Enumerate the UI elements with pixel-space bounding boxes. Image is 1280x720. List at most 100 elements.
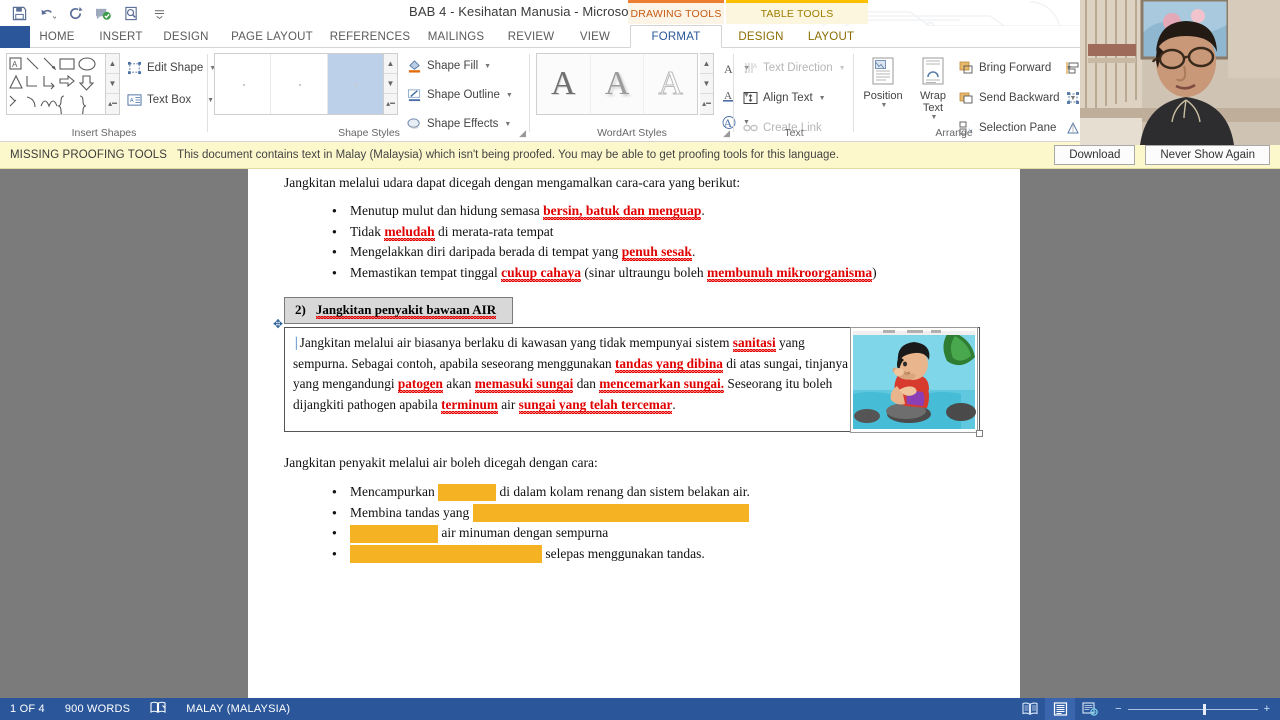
- wb-line1a: Jangkitan melalui air biasanya berlaku d…: [299, 335, 733, 350]
- bullet-text: Menutup mulut dan hidung semasa: [350, 203, 544, 218]
- send-backward-button[interactable]: Send Backward ▼: [958, 86, 1076, 110]
- download-proofing-tools-button[interactable]: Download: [1054, 145, 1136, 165]
- shape-styles-dialog-launcher[interactable]: ◢: [519, 128, 526, 139]
- context-tab-table-tools: TABLE TOOLS: [726, 0, 868, 24]
- answer-blank-highlight: [350, 545, 542, 564]
- text-box-button[interactable]: A Text Box ▼: [126, 88, 216, 112]
- shape-outline-label: Shape Outline: [427, 89, 500, 101]
- shape-fill-icon: [406, 58, 423, 75]
- align-text-chevron-down-icon[interactable]: ▼: [819, 95, 826, 102]
- ribbon-group-wordart-styles: A A A ▲ ▼ ▴━ A ▼ A ▼ A ▼ WordArt Styles …: [530, 48, 750, 141]
- heading-air-wrapper[interactable]: 2) Jangkitan penyakit bawaan AIR: [284, 297, 514, 324]
- position-label: Position: [863, 90, 903, 102]
- wordart-scroll-up-icon[interactable]: ▲: [700, 54, 713, 74]
- page-indicator[interactable]: 1 OF 4: [0, 703, 55, 715]
- text-box-icon: A: [126, 92, 143, 109]
- shapes-gallery[interactable]: A: [6, 53, 106, 115]
- document-page-1[interactable]: Jangkitan melalui udara dapat dicegah de…: [248, 169, 1020, 698]
- shapes-more-icon[interactable]: ▴━: [106, 94, 119, 114]
- tab-design[interactable]: DESIGN: [158, 26, 214, 48]
- bullet-text-post: .: [701, 203, 705, 218]
- wordart-sample-1: A: [551, 65, 576, 102]
- shape-styles-scroll-down-icon[interactable]: ▼: [384, 74, 397, 94]
- answer-blank-highlight: [438, 484, 497, 502]
- heading-air-box[interactable]: 2) Jangkitan penyakit bawaan AIR: [284, 297, 514, 324]
- zoom-in-button[interactable]: +: [1264, 703, 1270, 715]
- water-infection-textbox[interactable]: ∣Jangkitan melalui air biasanya berlaku …: [284, 327, 980, 433]
- position-chevron-down-icon[interactable]: ▼: [862, 102, 906, 109]
- shape-styles-scroll-up-icon[interactable]: ▲: [384, 54, 397, 74]
- shape-outline-icon: [406, 87, 423, 104]
- shape-outline-chevron-down-icon[interactable]: ▼: [506, 92, 513, 99]
- wb-line1red: sanitasi: [732, 335, 776, 350]
- bullet-highlight-text-2: membunuh mikroorganisma: [706, 264, 873, 280]
- shapes-gallery-scroll[interactable]: ▲ ▼ ▴━: [106, 53, 120, 115]
- tab-table-design[interactable]: DESIGN: [730, 26, 792, 48]
- river-water-drinking-clipart[interactable]: [850, 327, 978, 433]
- tab-view[interactable]: VIEW: [572, 26, 618, 48]
- position-icon: [860, 54, 906, 90]
- document-canvas[interactable]: Jangkitan melalui udara dapat dicegah de…: [0, 169, 1280, 698]
- tab-insert[interactable]: INSERT: [94, 26, 148, 48]
- shape-outline-button[interactable]: Shape Outline ▼: [406, 83, 513, 107]
- zoom-slider[interactable]: − +: [1105, 703, 1280, 715]
- zoom-slider-knob[interactable]: [1202, 703, 1206, 715]
- shape-styles-scroll[interactable]: ▲ ▼ ▴━: [384, 53, 398, 115]
- ribbon-group-shape-styles: ▲ ▼ ▴━ Shape Fill ▼ Shape Outline ▼ Shap…: [208, 48, 530, 141]
- read-mode-icon[interactable]: [1015, 698, 1045, 720]
- align-text-icon: [742, 90, 759, 107]
- tab-table-layout[interactable]: LAYOUT: [798, 26, 864, 48]
- bring-forward-icon: [958, 60, 975, 77]
- tab-page-layout[interactable]: PAGE LAYOUT: [224, 26, 320, 48]
- wrap-text-chevron-down-icon[interactable]: ▼: [912, 114, 956, 121]
- tab-mailings[interactable]: MAILINGS: [420, 26, 492, 48]
- shapes-scroll-up-icon[interactable]: ▲: [106, 54, 119, 74]
- position-button[interactable]: Position ▼: [860, 54, 906, 109]
- wb-line3red2: memasuki sungai: [474, 376, 574, 392]
- bullet-text-post: air minuman dengan sempurna: [438, 525, 609, 541]
- wordart-style-1[interactable]: A: [537, 54, 591, 114]
- webcam-overlay: [1080, 0, 1280, 145]
- resize-handle[interactable]: [976, 430, 983, 437]
- wordart-gallery-scroll[interactable]: ▲ ▼ ▴━: [700, 53, 714, 115]
- context-tab-drawing-tools: DRAWING TOOLS: [628, 0, 724, 24]
- bullet-text: Mengelakkan diri daripada berada di temp…: [350, 244, 622, 260]
- never-show-again-button[interactable]: Never Show Again: [1145, 145, 1270, 165]
- shape-style-1[interactable]: [215, 54, 272, 114]
- wordart-gallery[interactable]: A A A: [536, 53, 698, 115]
- shape-fill-button[interactable]: Shape Fill ▼: [406, 54, 513, 78]
- shape-styles-more-icon[interactable]: ▴━: [384, 94, 397, 114]
- text-direction-label: Text Direction: [763, 62, 833, 74]
- word-count[interactable]: 900 WORDS: [55, 703, 140, 715]
- arrange-group-label: Arrange: [935, 127, 973, 139]
- language-indicator[interactable]: MALAY (MALAYSIA): [176, 703, 300, 715]
- move-handle-icon[interactable]: ✥: [273, 317, 283, 331]
- print-layout-icon[interactable]: [1045, 698, 1076, 720]
- wrap-text-label: Wrap Text: [919, 90, 947, 114]
- zoom-out-button[interactable]: −: [1115, 703, 1121, 715]
- shape-style-3-selected[interactable]: [327, 54, 383, 114]
- tab-format[interactable]: FORMAT: [630, 25, 722, 48]
- shape-style-2[interactable]: [271, 54, 328, 114]
- wb-line3red1: patogen: [397, 376, 443, 392]
- wordart-style-3[interactable]: A: [644, 54, 698, 114]
- wordart-style-2[interactable]: A: [590, 54, 645, 114]
- tab-review[interactable]: REVIEW: [502, 26, 560, 48]
- edit-shape-button[interactable]: Edit Shape ▼: [126, 56, 216, 80]
- bring-forward-button[interactable]: Bring Forward ▼: [958, 56, 1076, 80]
- web-layout-icon[interactable]: [1075, 698, 1105, 720]
- shape-styles-gallery[interactable]: [214, 53, 384, 115]
- tab-file[interactable]: [0, 26, 30, 48]
- shape-fill-chevron-down-icon[interactable]: ▼: [484, 63, 491, 70]
- align-text-button[interactable]: Align Text ▼: [742, 86, 846, 110]
- proofing-errors-icon[interactable]: [140, 701, 176, 717]
- wordart-more-icon[interactable]: ▴━: [700, 94, 713, 114]
- zoom-slider-track[interactable]: [1127, 703, 1258, 715]
- tab-references[interactable]: REFERENCES: [328, 26, 412, 48]
- shapes-scroll-down-icon[interactable]: ▼: [106, 74, 119, 94]
- proofing-notification-bar: MISSING PROOFING TOOLS This document con…: [0, 142, 1280, 169]
- wordart-dialog-launcher[interactable]: ◢: [723, 128, 730, 139]
- wrap-text-button[interactable]: Wrap Text ▼: [910, 54, 956, 121]
- tab-home[interactable]: HOME: [32, 26, 82, 48]
- wordart-scroll-down-icon[interactable]: ▼: [700, 74, 713, 94]
